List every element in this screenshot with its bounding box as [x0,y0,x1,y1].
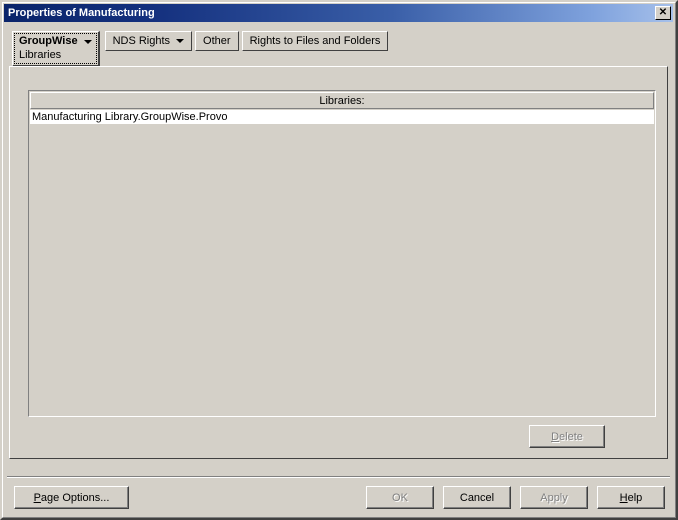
list-item[interactable]: Manufacturing Library.GroupWise.Provo [30,110,654,124]
libraries-list-body[interactable]: Manufacturing Library.GroupWise.Provo [30,110,654,414]
delete-button-label: Delete [551,430,583,443]
ok-button-label: OK [392,491,408,504]
tab-nds-rights-label: NDS Rights [112,35,171,47]
cancel-button[interactable]: Cancel [443,486,511,509]
chevron-down-icon[interactable] [176,39,185,43]
apply-button[interactable]: Apply [520,486,588,509]
tab-groupwise-sublabel: Libraries [19,49,62,61]
tab-strip: GroupWise Libraries NDS Rights Other Rig… [12,31,391,67]
help-button-label: Help [619,491,643,504]
libraries-list-header-label: Libraries: [319,94,365,107]
apply-button-label: Apply [540,491,568,504]
libraries-list-header[interactable]: Libraries: [30,92,654,109]
content-panel: Libraries: Manufacturing Library.GroupWi… [9,66,668,459]
tab-groupwise[interactable]: GroupWise Libraries [12,31,100,67]
tab-nds-rights[interactable]: NDS Rights [104,31,193,51]
bottom-separator [7,476,670,478]
tab-rights-to-files-and-folders-label: Rights to Files and Folders [249,35,381,47]
tab-groupwise-label: GroupWise [19,35,78,47]
title-bar[interactable]: Properties of Manufacturing ✕ [4,4,673,22]
libraries-list[interactable]: Libraries: Manufacturing Library.GroupWi… [28,90,656,417]
tab-other-label: Other [203,35,231,47]
ok-button[interactable]: OK [366,486,434,509]
page-options-button[interactable]: Page Options... [14,486,129,509]
tab-groupwise-row1: GroupWise [19,35,92,48]
window-title: Properties of Manufacturing [8,7,155,19]
dialog-window: Properties of Manufacturing ✕ GroupWise … [0,0,678,520]
tab-rights-to-files-and-folders[interactable]: Rights to Files and Folders [241,31,389,51]
page-options-button-label: Page Options... [33,491,110,504]
chevron-down-icon[interactable] [83,39,92,44]
delete-button[interactable]: Delete [529,425,605,448]
cancel-button-label: Cancel [459,491,495,504]
close-icon: ✕ [658,7,668,18]
close-button[interactable]: ✕ [655,6,671,20]
tab-other[interactable]: Other [195,31,239,51]
help-button[interactable]: Help [597,486,665,509]
